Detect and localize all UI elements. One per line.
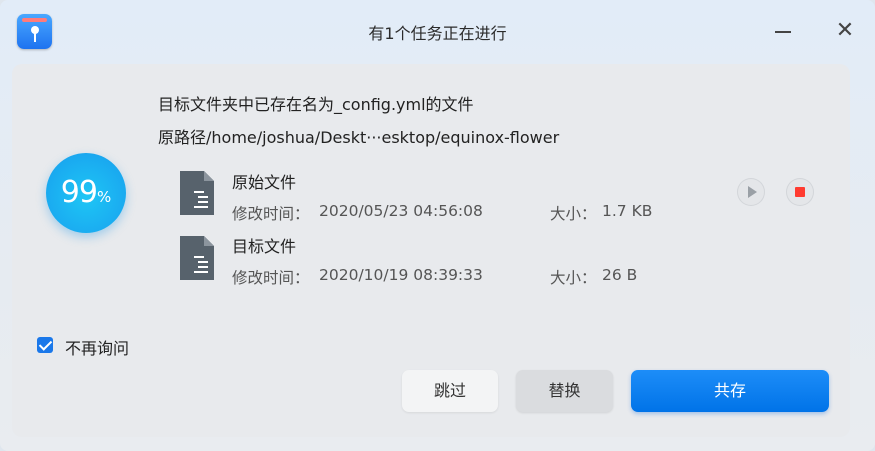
source-path: 原路径/home/joshua/Deskt···esktop/equinox-f… [158, 128, 560, 147]
close-icon: ✕ [835, 18, 855, 43]
close-button[interactable]: ✕ [832, 18, 858, 44]
target-modified-time: 2020/10/19 08:39:33 [319, 266, 483, 284]
window-title: 有1个任务正在进行 [368, 24, 507, 43]
conflict-message: 目标文件夹中已存在名为_config.yml的文件 [158, 95, 474, 114]
dont-ask-again-checkbox[interactable] [37, 337, 53, 353]
progress-circle: 99% [46, 153, 126, 233]
replace-button[interactable]: 替换 [516, 370, 613, 412]
progress-value: 99 [60, 175, 98, 210]
target-size: 26 B [602, 266, 638, 284]
document-icon [180, 171, 214, 215]
file-conflict-dialog: 有1个任务正在进行 ✕ 99% 目标文件夹中已存在名为_config.yml的文… [0, 0, 875, 451]
original-modified-label: 修改时间： [232, 205, 310, 223]
progress-unit: % [96, 188, 112, 206]
target-modified-label: 修改时间： [232, 269, 310, 287]
original-size: 1.7 KB [602, 202, 653, 220]
original-modified-time: 2020/05/23 04:56:08 [319, 202, 483, 220]
target-file-label: 目标文件 [232, 237, 297, 256]
original-size-label: 大小： [550, 205, 597, 223]
keep-both-button[interactable]: 共存 [631, 370, 829, 412]
minimize-button[interactable] [770, 18, 796, 44]
titlebar: 有1个任务正在进行 ✕ [0, 0, 875, 62]
target-size-label: 大小： [550, 269, 597, 287]
document-icon [180, 236, 214, 280]
minimize-icon [775, 31, 791, 33]
original-file-label: 原始文件 [232, 173, 297, 192]
stop-icon[interactable] [786, 178, 814, 206]
dont-ask-again-label[interactable]: 不再询问 [65, 335, 129, 359]
skip-button[interactable]: 跳过 [402, 370, 498, 412]
play-icon[interactable] [737, 178, 765, 206]
